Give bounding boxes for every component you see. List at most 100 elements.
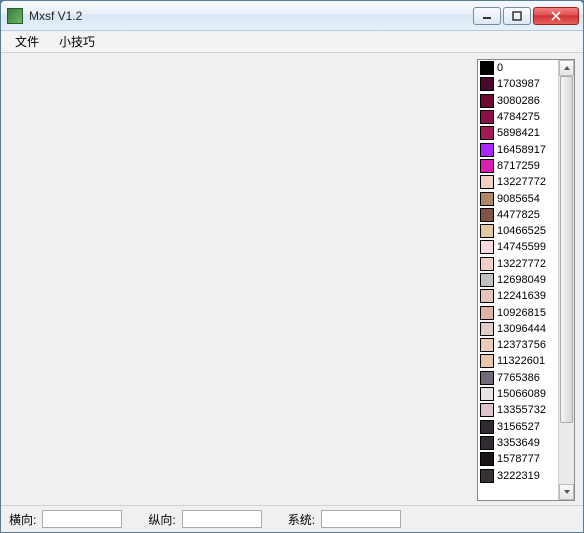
swatch-value: 3353649 — [497, 437, 540, 449]
swatch-row[interactable]: 3353649 — [478, 435, 558, 451]
app-window: Mxsf V1.2 文件 小技巧 0 1703987 3080286 4784275 5… — [0, 0, 584, 533]
color-swatch — [480, 61, 494, 75]
color-swatch — [480, 387, 494, 401]
color-swatch — [480, 306, 494, 320]
swatch-value: 10926815 — [497, 307, 546, 319]
swatch-row[interactable]: 15066089 — [478, 386, 558, 402]
chevron-up-icon — [563, 64, 571, 72]
close-icon — [550, 11, 562, 21]
window-controls — [473, 7, 579, 25]
swatch-row[interactable]: 16458917 — [478, 141, 558, 157]
color-swatch — [480, 208, 494, 222]
swatch-row[interactable]: 3222319 — [478, 467, 558, 483]
swatch-row[interactable]: 0 — [478, 60, 558, 76]
status-h-label: 横向: — [9, 511, 36, 528]
swatch-value: 14745599 — [497, 241, 546, 253]
swatch-value: 7765386 — [497, 372, 540, 384]
swatch-row[interactable]: 13096444 — [478, 321, 558, 337]
color-swatch — [480, 110, 494, 124]
color-swatch — [480, 289, 494, 303]
swatch-value: 5898421 — [497, 127, 540, 139]
color-swatch — [480, 403, 494, 417]
minimize-button[interactable] — [473, 7, 501, 25]
palette-panel: 0 1703987 3080286 4784275 5898421 16458917 871… — [477, 59, 575, 501]
swatch-row[interactable]: 3156527 — [478, 419, 558, 435]
swatch-value: 1578777 — [497, 453, 540, 465]
color-swatch — [480, 126, 494, 140]
swatch-row[interactable]: 7765386 — [478, 370, 558, 386]
swatch-value: 15066089 — [497, 388, 546, 400]
status-sys-label: 系统: — [288, 511, 315, 528]
titlebar[interactable]: Mxsf V1.2 — [1, 1, 583, 31]
swatch-value: 3222319 — [497, 470, 540, 482]
swatch-value: 4784275 — [497, 111, 540, 123]
color-swatch — [480, 257, 494, 271]
color-swatch — [480, 94, 494, 108]
status-h-input[interactable] — [42, 510, 122, 528]
color-swatch — [480, 338, 494, 352]
color-swatch — [480, 143, 494, 157]
window-title: Mxsf V1.2 — [29, 9, 82, 23]
swatch-value: 13355732 — [497, 404, 546, 416]
swatch-value: 4477825 — [497, 209, 540, 221]
swatch-row[interactable]: 12373756 — [478, 337, 558, 353]
menu-file[interactable]: 文件 — [5, 31, 49, 52]
swatch-value: 11322601 — [497, 355, 545, 367]
palette-scrollbar[interactable] — [558, 60, 574, 500]
swatch-row[interactable]: 13227772 — [478, 174, 558, 190]
swatch-value: 9085654 — [497, 193, 540, 205]
maximize-button[interactable] — [503, 7, 531, 25]
swatch-value: 13096444 — [497, 323, 546, 335]
color-swatch — [480, 240, 494, 254]
swatch-row[interactable]: 13355732 — [478, 402, 558, 418]
status-v-input[interactable] — [182, 510, 262, 528]
scroll-track[interactable] — [559, 76, 574, 484]
swatch-row[interactable]: 14745599 — [478, 239, 558, 255]
color-swatch — [480, 77, 494, 91]
swatch-row[interactable]: 10926815 — [478, 304, 558, 320]
swatch-row[interactable]: 5898421 — [478, 125, 558, 141]
scroll-up-button[interactable] — [559, 60, 574, 76]
menubar: 文件 小技巧 — [1, 31, 583, 53]
swatch-row[interactable]: 1703987 — [478, 76, 558, 92]
scroll-down-button[interactable] — [559, 484, 574, 500]
scroll-thumb[interactable] — [560, 76, 573, 423]
color-swatch — [480, 224, 494, 238]
color-swatch — [480, 273, 494, 287]
swatch-value: 13227772 — [497, 258, 546, 270]
swatch-value: 3080286 — [497, 95, 540, 107]
swatch-value: 16458917 — [497, 144, 546, 156]
minimize-icon — [482, 11, 492, 21]
swatch-row[interactable]: 10466525 — [478, 223, 558, 239]
app-icon — [7, 8, 23, 24]
swatch-row[interactable]: 11322601 — [478, 353, 558, 369]
swatch-row[interactable]: 8717259 — [478, 158, 558, 174]
palette-list[interactable]: 0 1703987 3080286 4784275 5898421 16458917 871… — [478, 60, 558, 500]
swatch-value: 3156527 — [497, 421, 540, 433]
close-button[interactable] — [533, 7, 579, 25]
swatch-value: 1703987 — [497, 78, 540, 90]
swatch-row[interactable]: 4477825 — [478, 207, 558, 223]
color-swatch — [480, 175, 494, 189]
swatch-value: 12698049 — [497, 274, 546, 286]
swatch-row[interactable]: 9085654 — [478, 190, 558, 206]
swatch-value: 10466525 — [497, 225, 546, 237]
color-swatch — [480, 452, 494, 466]
menu-tips[interactable]: 小技巧 — [49, 31, 105, 52]
maximize-icon — [512, 11, 522, 21]
swatch-row[interactable]: 4784275 — [478, 109, 558, 125]
chevron-down-icon — [563, 488, 571, 496]
color-swatch — [480, 420, 494, 434]
swatch-row[interactable]: 3080286 — [478, 93, 558, 109]
client-area: 0 1703987 3080286 4784275 5898421 16458917 871… — [1, 53, 583, 506]
swatch-value: 0 — [497, 62, 503, 74]
color-swatch — [480, 354, 494, 368]
swatch-row[interactable]: 12698049 — [478, 272, 558, 288]
swatch-row[interactable]: 13227772 — [478, 256, 558, 272]
color-swatch — [480, 371, 494, 385]
swatch-row[interactable]: 12241639 — [478, 288, 558, 304]
color-swatch — [480, 322, 494, 336]
color-swatch — [480, 436, 494, 450]
swatch-row[interactable]: 1578777 — [478, 451, 558, 467]
status-sys-input[interactable] — [321, 510, 401, 528]
